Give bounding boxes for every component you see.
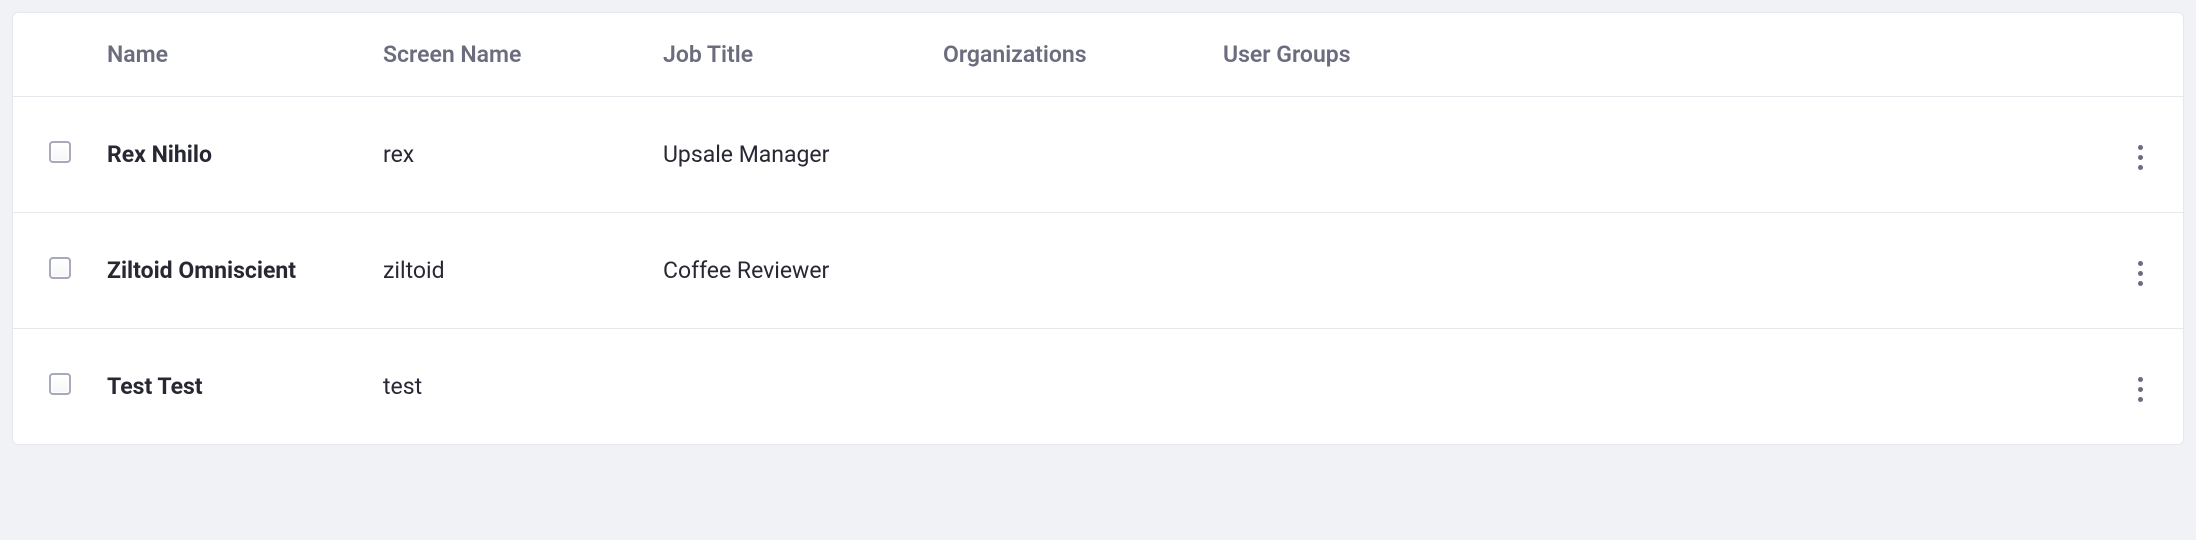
cell-user-groups [1203, 213, 2103, 329]
row-actions-menu[interactable] [2128, 251, 2153, 296]
users-table: Name Screen Name Job Title Organizations… [13, 13, 2183, 444]
header-name[interactable]: Name [83, 13, 363, 97]
header-actions-col [2103, 13, 2183, 97]
cell-name[interactable]: Test Test [83, 329, 363, 445]
header-user-groups[interactable]: User Groups [1203, 13, 2103, 97]
cell-screen-name: ziltoid [363, 213, 643, 329]
kebab-icon [2138, 377, 2143, 382]
kebab-icon [2138, 155, 2143, 160]
cell-screen-name: rex [363, 97, 643, 213]
cell-organizations [923, 97, 1203, 213]
kebab-icon [2138, 387, 2143, 392]
cell-user-groups [1203, 329, 2103, 445]
kebab-icon [2138, 165, 2143, 170]
header-screen-name[interactable]: Screen Name [363, 13, 643, 97]
cell-job-title [643, 329, 923, 445]
kebab-icon [2138, 145, 2143, 150]
table-row: Rex Nihilo rex Upsale Manager [13, 97, 2183, 213]
cell-name[interactable]: Rex Nihilo [83, 97, 363, 213]
header-job-title[interactable]: Job Title [643, 13, 923, 97]
kebab-icon [2138, 281, 2143, 286]
header-checkbox-col [13, 13, 83, 97]
row-checkbox[interactable] [49, 373, 71, 395]
cell-job-title: Upsale Manager [643, 97, 923, 213]
cell-organizations [923, 213, 1203, 329]
cell-screen-name: test [363, 329, 643, 445]
cell-user-groups [1203, 97, 2103, 213]
header-organizations[interactable]: Organizations [923, 13, 1203, 97]
cell-organizations [923, 329, 1203, 445]
row-checkbox[interactable] [49, 141, 71, 163]
table-row: Test Test test [13, 329, 2183, 445]
kebab-icon [2138, 397, 2143, 402]
row-actions-menu[interactable] [2128, 367, 2153, 412]
users-table-container: Name Screen Name Job Title Organizations… [12, 12, 2184, 445]
kebab-icon [2138, 271, 2143, 276]
kebab-icon [2138, 261, 2143, 266]
row-actions-menu[interactable] [2128, 135, 2153, 180]
cell-job-title: Coffee Reviewer [643, 213, 923, 329]
row-checkbox[interactable] [49, 257, 71, 279]
cell-name[interactable]: Ziltoid Omniscient [83, 213, 363, 329]
table-header-row: Name Screen Name Job Title Organizations… [13, 13, 2183, 97]
table-row: Ziltoid Omniscient ziltoid Coffee Review… [13, 213, 2183, 329]
